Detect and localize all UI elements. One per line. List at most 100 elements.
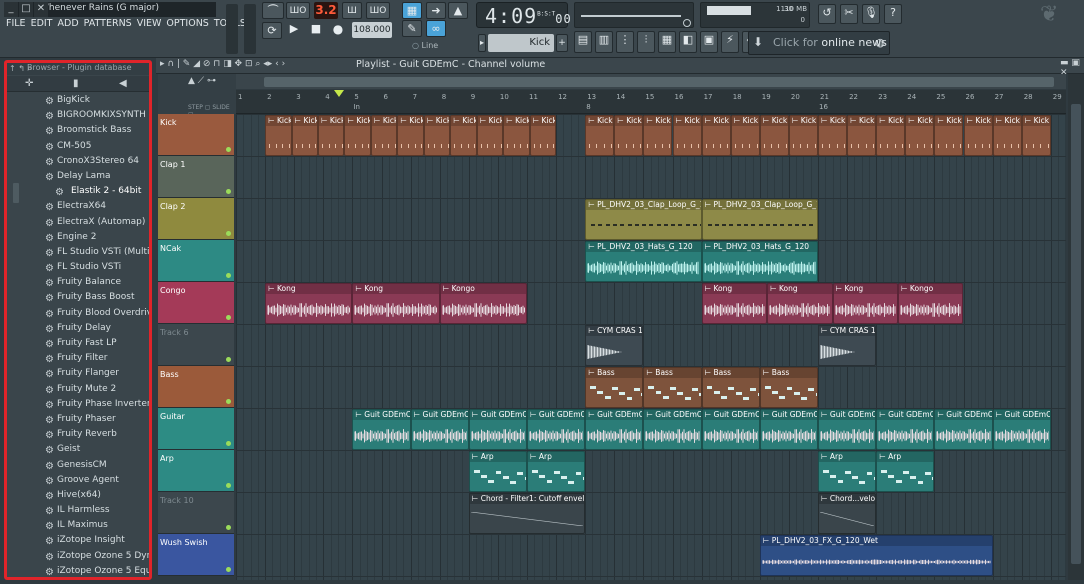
menu-item-edit[interactable]: EDIT	[31, 18, 53, 32]
menu-item-add[interactable]: ADD	[58, 18, 79, 32]
plug-icon[interactable]: ⚡	[721, 31, 739, 53]
playlist-clip[interactable]: ⊢ Arp	[468, 451, 527, 492]
plugin-list-item[interactable]: ⚙iZotope Ozone 5 Dynamics	[7, 549, 149, 564]
stop-icon[interactable]: ■	[306, 22, 326, 39]
next-icon[interactable]: ➜	[426, 2, 446, 19]
playlist-clip[interactable]: ⊢ Guit GDEmC	[643, 409, 702, 450]
track-mute-led[interactable]	[226, 147, 231, 152]
plugin-list-item[interactable]: ⚙ CronoX3Stereo 64	[7, 154, 149, 169]
track-header[interactable]: NCak	[158, 240, 234, 282]
plugin-list-item[interactable]: ⚙ CM-505	[7, 139, 149, 154]
track-mute-led[interactable]	[226, 567, 231, 572]
playlist-clip[interactable]: ⊢ Kick	[265, 115, 292, 156]
plugin-list-item[interactable]: ⚙ Engine 2	[7, 230, 149, 245]
plugin-list-item[interactable]: ⚙ Geist	[7, 442, 149, 457]
plugin-list-item[interactable]: ⚙ Delay Lama	[7, 169, 149, 184]
track-header[interactable]: Clap 2	[158, 198, 234, 240]
tempo-display[interactable]: 108.000	[352, 22, 392, 38]
playlist-clip[interactable]: ⊢ Kick	[847, 115, 877, 156]
playlist-clip[interactable]: ⊢ Kong	[767, 283, 833, 324]
playlist-clip[interactable]: ⊢ Kick	[370, 115, 398, 156]
tools-icon[interactable]: ✂	[840, 4, 858, 24]
playlist-clip[interactable]: ⊢ Kick	[529, 115, 557, 156]
playlist-clip[interactable]: ⊢ Kick	[614, 115, 644, 156]
playlist-clip[interactable]: ⊢ Kick	[585, 115, 615, 156]
track-header[interactable]: Clap 1	[158, 156, 234, 198]
expand-icon[interactable]: ✛	[25, 78, 33, 89]
minimize-button[interactable]: _	[4, 2, 18, 17]
track-header[interactable]: Bass	[158, 366, 234, 408]
loop-record-button[interactable]: ШО	[366, 2, 390, 19]
track-header[interactable]: Arp	[158, 450, 234, 492]
track-header[interactable]: Kick	[158, 114, 234, 156]
plugin-list-item[interactable]: ⚙ ElectraX64	[7, 199, 149, 214]
browser-icon[interactable]: ▦	[658, 31, 676, 53]
playlist-clip[interactable]: ⊢ Kongo	[439, 283, 527, 324]
playlist-clip[interactable]: ⊢ Guit GDEmC	[701, 409, 760, 450]
playlist-clip[interactable]: ⊢ Kick	[963, 115, 993, 156]
mixer-icon[interactable]: ⫶	[637, 31, 655, 53]
track-mute-led[interactable]	[226, 231, 231, 236]
playlist-clip[interactable]: ⊢ PL_DHV2_03_Clap_Loop_G_120	[585, 199, 702, 240]
playlist-clip[interactable]: ⊢ Kick	[318, 115, 345, 156]
speaker-icon[interactable]: ◀	[119, 78, 127, 89]
playlist-clip[interactable]: ⊢ PL_DHV2_03_FX_G_120_Wet	[759, 535, 993, 576]
plugin-list-item[interactable]: ⚙ BIGROOMKIXSYNTH	[7, 108, 149, 123]
track-header[interactable]: Track 10	[158, 492, 234, 534]
plugin-list-item[interactable]: ⚙ Elastik 2 - 64bit	[7, 184, 149, 199]
plugin-list-item[interactable]: ⚙ Fruity Phaser	[7, 412, 149, 427]
pat-song-toggle[interactable]: ⟳	[262, 22, 282, 39]
snap-mode-label[interactable]: ○ Line	[412, 41, 438, 50]
track-mute-led[interactable]	[226, 399, 231, 404]
playlist-clip[interactable]: ⊢ Kick	[730, 115, 760, 156]
plugin-list-item[interactable]: ⚙ FL Studio VSTi	[7, 260, 149, 275]
playlist-clip[interactable]: ⊢ Kick	[992, 115, 1022, 156]
playlist-icon[interactable]: ▤	[574, 31, 592, 53]
playlist-clip[interactable]: ⊢ Guit GDEmC	[352, 409, 411, 450]
plugin-list-item[interactable]: ⚙ Fruity Balance	[7, 275, 149, 290]
song-time-display[interactable]: 4:09B:S:T00	[476, 2, 571, 28]
plugin-list-item[interactable]: ⚙ iZotope Insight	[7, 533, 149, 548]
menu-item-patterns[interactable]: PATTERNS	[84, 18, 132, 32]
wait-input-button[interactable]: ШО	[286, 2, 310, 19]
plugin-list-item[interactable]: ⚙ ElectraX (Automap)	[7, 215, 149, 230]
playlist-clip[interactable]: ⊢ Arp	[876, 451, 935, 492]
plugin-list-item[interactable]: ⚙ IL Harmless	[7, 503, 149, 518]
track-mute-led[interactable]	[226, 483, 231, 488]
playlist-clip[interactable]: ⊢ Kick	[905, 115, 935, 156]
timeline-marker[interactable]: 16	[819, 103, 828, 111]
playlist-clip[interactable]: ⊢ Kick	[1021, 115, 1051, 156]
playlist-clip[interactable]: ⊢ Kick	[423, 115, 451, 156]
menu-item-options[interactable]: OPTIONS	[166, 18, 208, 32]
pattern-selector[interactable]: Kick	[488, 34, 554, 52]
plugin-list-item[interactable]: ⚙ Fruity Delay	[7, 321, 149, 336]
playlist-clip[interactable]: ⊢ Kick	[672, 115, 702, 156]
browser-nav-icons[interactable]: ↑ ↰ ⌕	[9, 64, 32, 74]
playlist-clip[interactable]: ⊢ Guit GDEmC	[818, 409, 877, 450]
playlist-clip[interactable]: ⊢ Kick	[818, 115, 848, 156]
play-icon[interactable]: ▶	[284, 22, 304, 39]
playlist-clip[interactable]: ⊢ Arp	[818, 451, 877, 492]
playlist-clip[interactable]: ⊢ Kong	[701, 283, 768, 324]
playlist-clip[interactable]: ⊢ Kong	[832, 283, 899, 324]
master-pitch-slider[interactable]	[244, 4, 256, 54]
track-mute-led[interactable]	[226, 315, 231, 320]
plugin-list-item[interactable]: ⚙ FL Studio VSTi (Multi)	[7, 245, 149, 260]
playlist-clip[interactable]: ⊢ Bass	[701, 367, 760, 408]
plugin-list-item[interactable]: ⚙ Fruity Flanger	[7, 366, 149, 381]
menu-item-file[interactable]: FILE	[6, 18, 26, 32]
playhead-marker[interactable]	[334, 90, 344, 97]
playlist-clip[interactable]: ⊢ Kick	[759, 115, 789, 156]
pattern-number-display[interactable]: 3.2	[314, 2, 338, 19]
track-header[interactable]: Congo	[158, 282, 234, 324]
plugin-list-item[interactable]: ⚙iZotope Ozone 5 Equalizer	[7, 564, 149, 577]
channel-rack-icon[interactable]: ⋮	[616, 31, 634, 53]
timeline-ruler[interactable]: 1 2 3 4 5 6 7 8 9 10 11 12 13 14 15 16 17 18 19 20 21 22 23 24 2…	[236, 90, 1066, 114]
pattern-arrow-icon[interactable]: ▸	[478, 34, 486, 52]
track-header[interactable]: Wush Swish	[158, 534, 234, 576]
vertical-scrollbar[interactable]	[1068, 74, 1084, 580]
playlist-clip[interactable]: ⊢ Guit GDEmC	[934, 409, 993, 450]
plugin-list-item[interactable]: ⚙ Fruity Blood Overdrive	[7, 306, 149, 321]
plugin-list-item[interactable]: ⚙ Fruity Filter	[7, 351, 149, 366]
timeline-marker[interactable]: In	[353, 103, 360, 111]
